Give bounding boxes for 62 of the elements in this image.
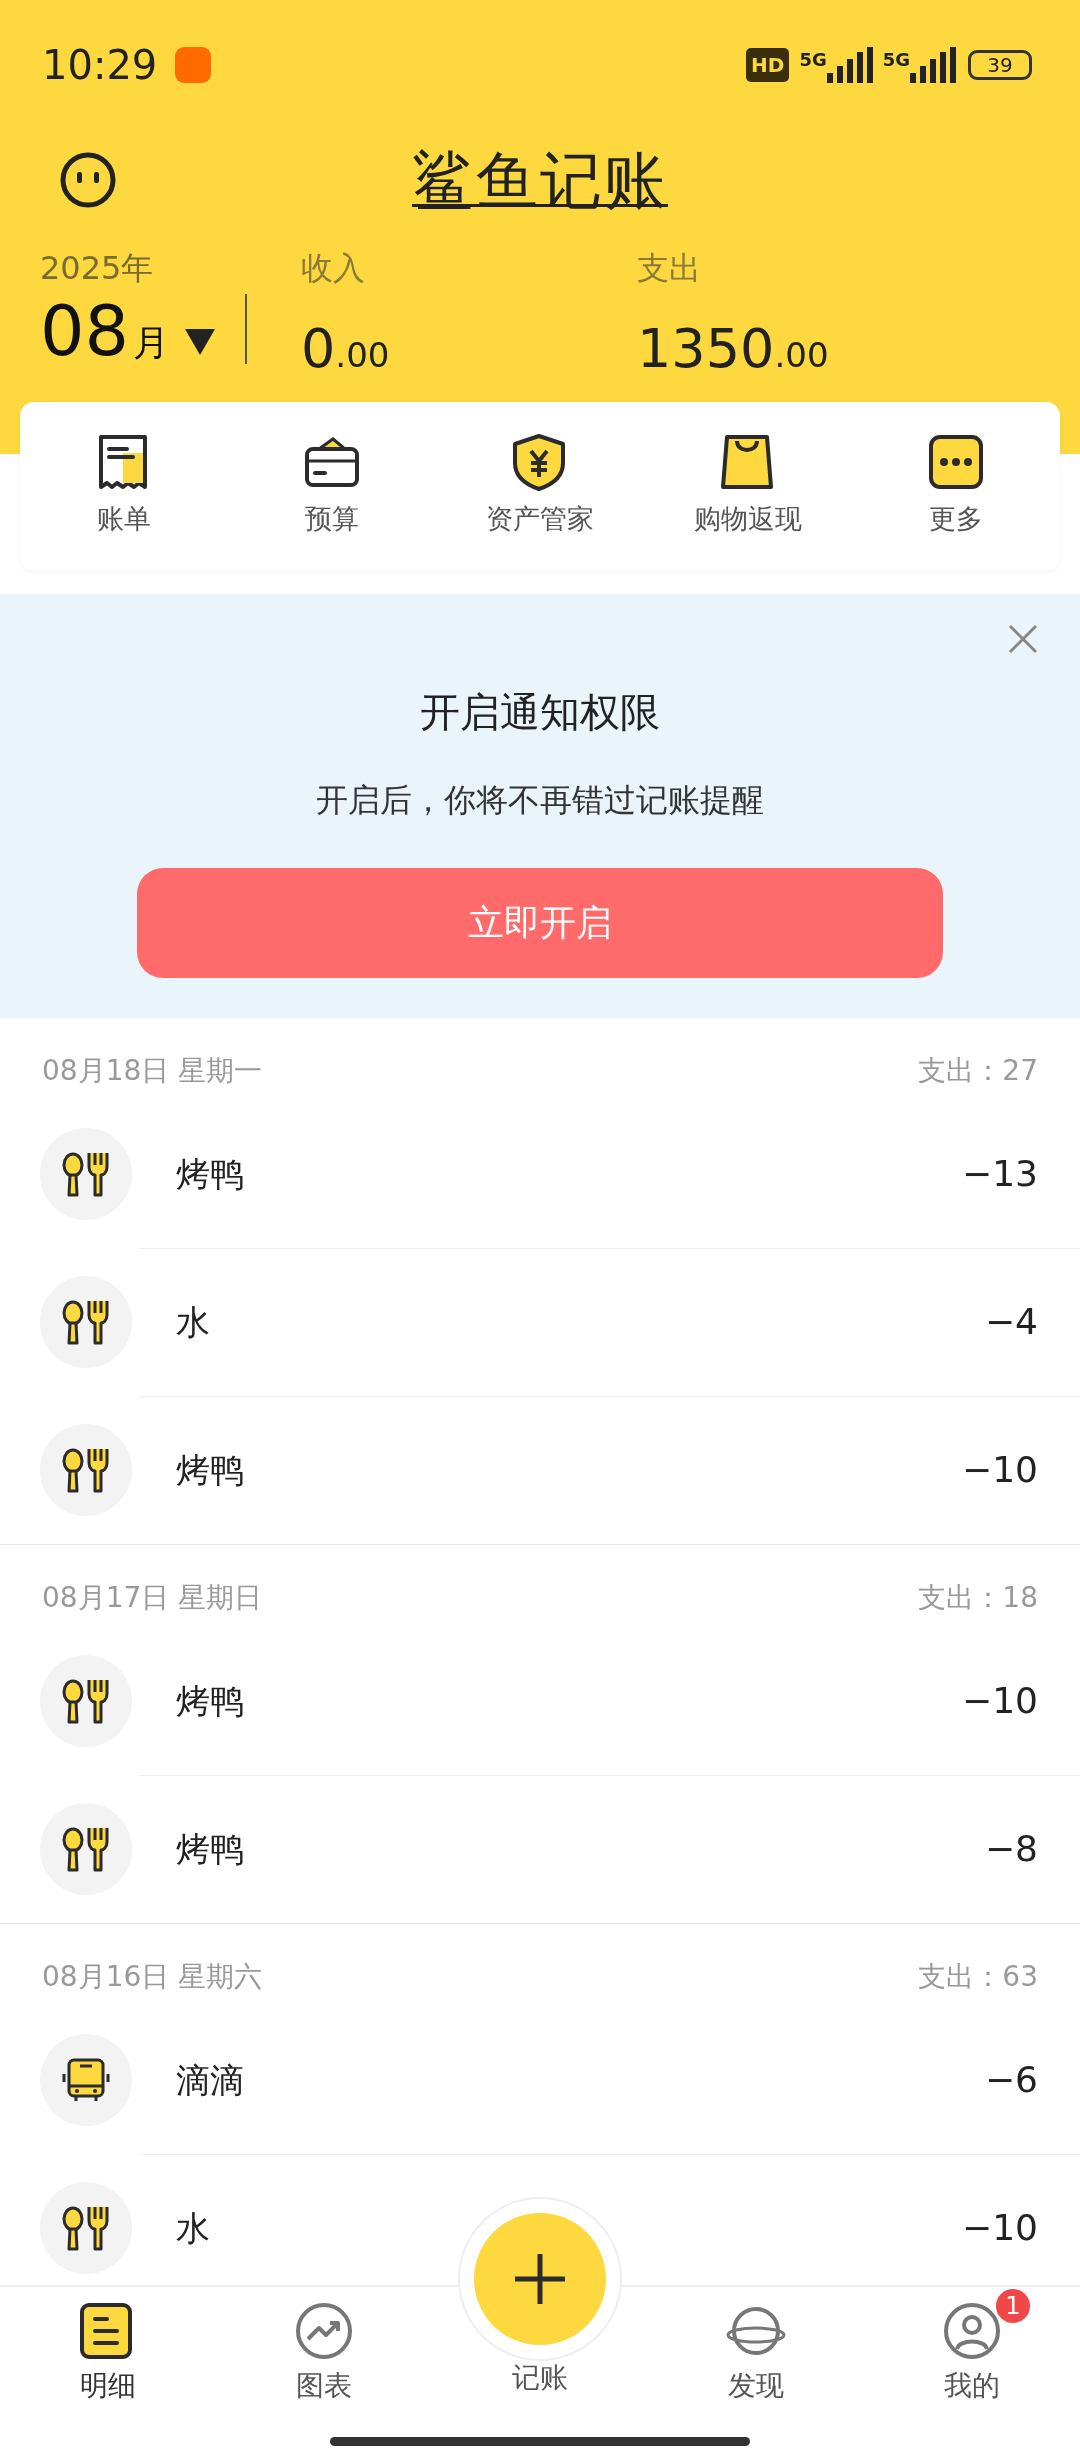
nav-tab[interactable]: 1 我的 — [864, 2287, 1080, 2460]
notice-text: 开启后，你将不再错过记账提醒 — [316, 780, 764, 821]
more-icon — [927, 432, 985, 491]
year-label: 2025年 — [40, 248, 155, 289]
face-icon[interactable] — [60, 152, 116, 208]
entry-amount: −13 — [962, 1152, 1038, 1196]
notice-title: 开启通知权限 — [420, 688, 660, 737]
network-type: 5G — [882, 48, 910, 72]
summary-amount: 1350.00 — [637, 316, 829, 382]
entry-name: 水 — [176, 2206, 211, 2250]
utensils-icon — [61, 1825, 111, 1873]
tool-button[interactable]: 购物返现 — [644, 402, 852, 570]
utensils-icon — [61, 1677, 111, 1725]
day-date: 08月16日 星期六 — [42, 1959, 263, 1995]
entry-name: 烤鸭 — [176, 1448, 245, 1492]
tool-button[interactable]: 预算 — [228, 402, 436, 570]
utensils-icon — [61, 2204, 111, 2252]
person-icon — [942, 2301, 1002, 2361]
utensils-icon — [61, 1298, 111, 1346]
entry-name: 烤鸭 — [176, 1152, 245, 1196]
nav-tab[interactable]: 明细 — [0, 2287, 216, 2460]
nav-tab[interactable]: 记账 — [432, 2197, 648, 2460]
status-time: 10:29 — [42, 41, 158, 90]
entry-amount: −10 — [962, 1679, 1038, 1723]
tool-button[interactable]: 资产管家 — [436, 402, 644, 570]
plus-icon — [513, 2252, 567, 2306]
day-total: 支出：18 — [918, 1580, 1038, 1616]
nav-tab[interactable]: 图表 — [216, 2287, 432, 2460]
entry-amount: −10 — [962, 2206, 1038, 2250]
day-total: 支出：27 — [918, 1053, 1038, 1089]
utensils-icon — [61, 1446, 111, 1494]
summary-label: 支出 — [637, 248, 702, 289]
dropdown-caret-icon — [185, 329, 216, 355]
tool-button[interactable]: 账单 — [20, 402, 228, 570]
battery-level: 39 — [968, 50, 1032, 80]
month-picker[interactable]: 08 月 — [40, 296, 216, 370]
entry-name: 烤鸭 — [176, 1827, 245, 1871]
day-date: 08月18日 星期一 — [42, 1053, 263, 1089]
entry-name: 烤鸭 — [176, 1679, 245, 1723]
close-icon — [1008, 624, 1038, 654]
app-notification-icon — [175, 47, 212, 83]
entry-amount: −10 — [962, 1448, 1038, 1492]
summary-label: 收入 — [301, 248, 366, 289]
tool-button[interactable]: 更多 — [852, 402, 1060, 570]
entry-name: 水 — [176, 1300, 211, 1344]
entry-amount: −8 — [984, 1827, 1038, 1871]
entry-name: 滴滴 — [176, 2058, 245, 2102]
entry-amount: −4 — [984, 1300, 1038, 1344]
summary-amount: 0.00 — [301, 316, 391, 382]
utensils-icon — [61, 1150, 111, 1198]
network-type: 5G — [799, 48, 827, 72]
bus-icon — [61, 2056, 111, 2104]
signal-icon — [826, 47, 873, 83]
nav-tab[interactable]: 发现 — [648, 2287, 864, 2460]
day-total: 支出：63 — [918, 1959, 1038, 1995]
notification-count: 1 — [994, 2287, 1032, 2325]
trend-chart-icon — [294, 2301, 354, 2361]
app-title: 鲨鱼记账 — [412, 142, 668, 219]
hd-voice-icon: HD — [746, 48, 790, 82]
signal-icon — [910, 47, 956, 83]
day-date: 08月17日 星期日 — [42, 1580, 263, 1616]
entry-amount: −6 — [984, 2058, 1038, 2102]
